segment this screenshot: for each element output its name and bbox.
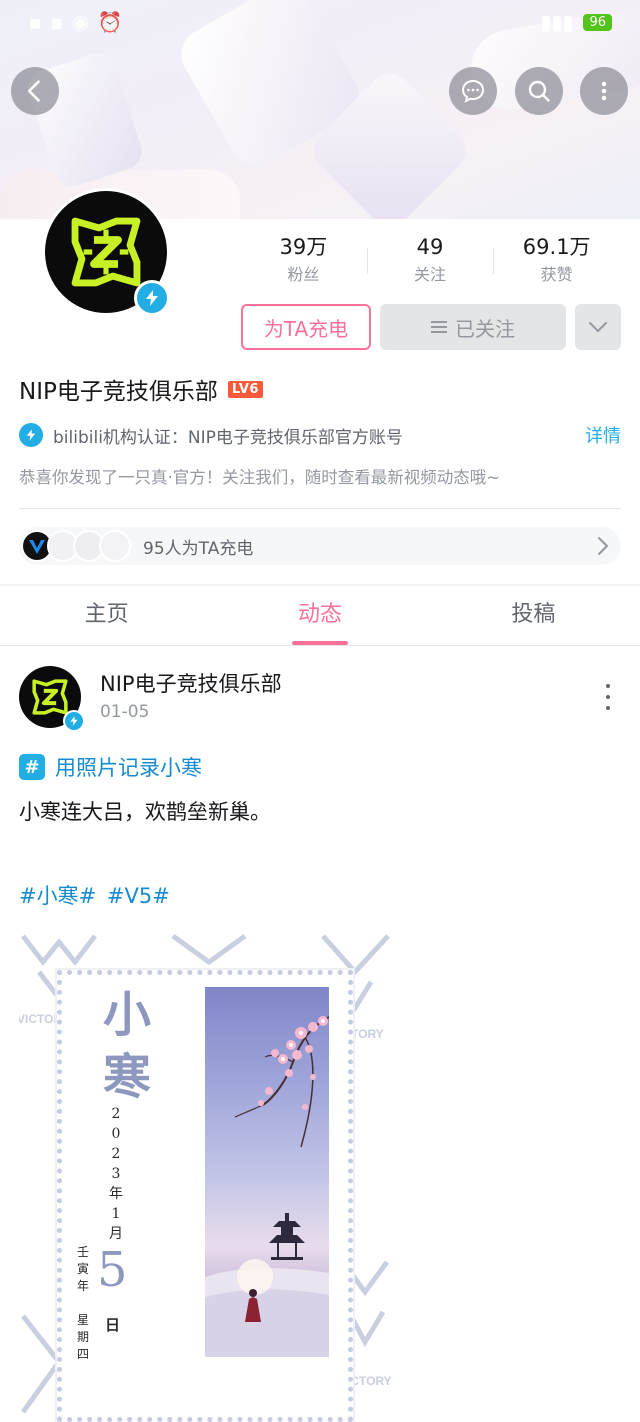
profile-stats: 39万 粉丝 49 关注 69.1万 获赞 (240, 232, 620, 292)
followed-button[interactable]: 已关注 (380, 304, 566, 350)
charge-button[interactable]: 为TA充电 (241, 304, 371, 350)
stat-likes[interactable]: 69.1万 获赞 (493, 232, 620, 292)
stat-label: 粉丝 (287, 265, 320, 284)
search-button[interactable] (515, 67, 563, 115)
more-options-button[interactable] (580, 67, 628, 115)
profile-name-row: NIP电子竞技俱乐部 LV6 (19, 372, 263, 406)
menu-lines-icon (431, 321, 447, 333)
charge-count-text: 95人为TA充电 (143, 538, 254, 559)
charger-avatar (99, 530, 131, 562)
battery-indicator: 96 (583, 13, 612, 31)
stamp-title: 小 寒 (102, 987, 151, 1105)
certification-detail-link[interactable]: 详情 (585, 422, 621, 448)
signal-icon: ▮▮▮ (540, 10, 574, 34)
profile-name: NIP电子竞技俱乐部 (19, 379, 218, 405)
hashtag-icon: # (19, 754, 45, 780)
post-date: 01-05 (100, 702, 150, 722)
follow-options-button[interactable] (575, 304, 621, 350)
tab-home[interactable]: 主页 (0, 586, 213, 645)
tab-submissions[interactable]: 投稿 (427, 586, 640, 645)
stat-value: 39万 (279, 235, 328, 259)
chevron-left-icon (27, 80, 40, 102)
back-button[interactable] (11, 67, 59, 115)
verified-badge-icon (134, 280, 170, 316)
post-tags[interactable]: #小寒# #V5# (19, 880, 170, 910)
post-avatar[interactable] (19, 666, 85, 732)
message-button[interactable] (449, 67, 497, 115)
stat-label: 关注 (414, 265, 447, 284)
tab-dynamics[interactable]: 动态 (213, 586, 426, 645)
post-more-button[interactable] (596, 684, 620, 710)
profile-tabs: 主页 动态 投稿 (0, 586, 640, 646)
post-author-name[interactable]: NIP电子竞技俱乐部 (100, 668, 282, 698)
charge-list-bar[interactable]: 95人为TA充电 (19, 527, 621, 565)
post-topic[interactable]: # 用照片记录小寒 (19, 752, 202, 782)
status-bar: ▪ ▪ ◉ ⏰ ▮▮▮ 96 (0, 0, 640, 44)
stat-value: 49 (416, 235, 444, 259)
stamp-day-suffix: 日 (105, 1316, 121, 1334)
watermark-logo (171, 933, 247, 966)
topic-label: 用照片记录小寒 (55, 756, 202, 780)
search-icon (528, 80, 550, 102)
status-icons: ▪ ▪ ◉ ⏰ (28, 10, 124, 34)
stat-value: 69.1万 (522, 235, 591, 259)
post-image[interactable]: VICTORY VICTORY VICTORY 小 寒 2 0 2 3 年 1 … (19, 932, 392, 1422)
chat-bubble-icon (461, 79, 485, 103)
stat-following[interactable]: 49 关注 (366, 232, 494, 292)
verified-badge-icon (63, 710, 85, 732)
level-badge: LV6 (227, 380, 263, 398)
post-text: 小寒连大吕，欢鹊垒新巢。 (19, 800, 271, 824)
profile-avatar[interactable] (42, 188, 170, 316)
winter-scene-photo (205, 987, 329, 1357)
profile-bio: 恭喜你发现了一只真·官方！关注我们，随时查看最新视频动态哦~ (19, 468, 501, 487)
more-vertical-icon (601, 81, 607, 101)
stamp-date: 2 0 2 3 年 1 月 (109, 1106, 123, 1242)
chevron-down-icon (589, 322, 607, 332)
verified-lightning-icon (19, 423, 43, 447)
stamp-day: 5 (97, 1242, 128, 1298)
chevron-right-icon (598, 537, 608, 555)
stamp-weekday: 星 期 四 (76, 1313, 89, 1361)
certification-text: bilibili机构认证：NIP电子竞技俱乐部官方账号 (53, 427, 403, 448)
stamp-year: 壬 寅 年 (76, 1245, 89, 1293)
stat-label: 获赞 (540, 265, 573, 284)
divider (19, 508, 621, 509)
stat-followers[interactable]: 39万 粉丝 (240, 232, 367, 292)
followed-label: 已关注 (455, 316, 515, 341)
certification-row: bilibili机构认证：NIP电子竞技俱乐部官方账号 详情 (19, 422, 621, 448)
